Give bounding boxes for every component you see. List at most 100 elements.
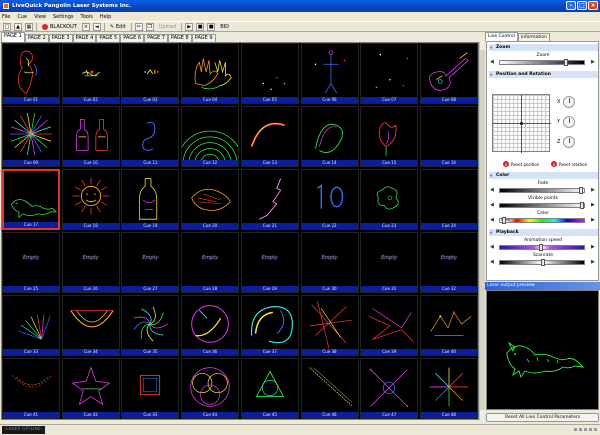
cue-cell[interactable]: Cue 43 (121, 357, 180, 419)
cue-cell[interactable]: Empty Cue 31 (360, 231, 419, 293)
menu-tools[interactable]: Tools (81, 14, 93, 20)
cue-cell[interactable]: Cue 22 (300, 168, 359, 230)
zoom-section-header[interactable]: Zoom (489, 44, 598, 51)
cue-cell[interactable]: Cue 46 (300, 357, 359, 419)
cue-cell[interactable]: Cue 44 (181, 357, 240, 419)
fade-right-arrow-icon[interactable]: ▶ (591, 187, 595, 193)
save-icon[interactable]: ▦ (25, 22, 33, 31)
scan-left-arrow-icon[interactable]: ◀ (490, 259, 494, 265)
mirror-icon[interactable]: ◄ (92, 22, 101, 31)
scan-right-arrow-icon[interactable]: ▶ (591, 259, 595, 265)
position-pad[interactable] (492, 94, 551, 153)
grid-scrollbar[interactable] (479, 42, 485, 420)
cue-cell[interactable]: Cue 12 (181, 105, 240, 167)
animation-speed-slider[interactable] (499, 244, 585, 251)
rotation-y-knob[interactable] (563, 116, 576, 128)
cue-cell[interactable]: Cue 23 (360, 168, 419, 230)
menu-view[interactable]: View (34, 14, 46, 20)
rotation-z[interactable]: Z (557, 136, 576, 148)
slider-thumb[interactable] (563, 59, 568, 66)
close-icon[interactable]: × (588, 1, 598, 10)
menu-cue[interactable]: Cue (17, 14, 27, 20)
cue-cell[interactable]: Empty Cue 29 (240, 231, 299, 293)
rotation-z-knob[interactable] (563, 136, 576, 148)
cue-cell[interactable]: Cue 14 (300, 105, 359, 167)
scanrate-slider[interactable] (499, 259, 585, 266)
cue-cell[interactable]: Cue 17 (2, 168, 60, 230)
cue-cell[interactable]: Cue 20 (181, 168, 240, 230)
cue-cell[interactable]: Cue 15 (360, 105, 419, 167)
color-left-arrow-icon[interactable]: ◀ (490, 217, 494, 223)
cue-cell[interactable]: Cue 39 (360, 294, 419, 356)
menu-file[interactable]: File (2, 14, 10, 20)
open-folder-icon[interactable]: ▲ (14, 22, 22, 31)
cue-cell[interactable]: Cue 11 (121, 105, 180, 167)
rotation-x-knob[interactable] (563, 96, 576, 108)
zoom-left-arrow-icon[interactable]: ◀ (490, 59, 494, 65)
cue-cell[interactable]: Cue 48 (419, 357, 478, 419)
position-cursor[interactable] (520, 122, 523, 125)
cue-cell[interactable]: Empty Cue 26 (61, 231, 120, 293)
cue-cell[interactable]: Cue 34 (61, 294, 120, 356)
cue-cell[interactable]: Cue 09 (2, 105, 60, 167)
play-icon[interactable]: ▶ (185, 22, 194, 31)
cue-cell[interactable]: Cue 40 (419, 294, 478, 356)
slider-thumb[interactable] (501, 217, 506, 224)
cue-cell[interactable]: Cue 41 (2, 357, 60, 419)
cue-cell[interactable]: Cue 38 (300, 294, 359, 356)
cue-cell[interactable]: Cue 04 (181, 43, 240, 104)
color-slider[interactable]: None (499, 217, 585, 224)
cue-cell[interactable]: Empty Cue 28 (181, 231, 240, 293)
edit-button[interactable]: ✎ Edit (108, 22, 128, 31)
playback-section-header[interactable]: Playback (489, 229, 598, 236)
cue-cell[interactable]: Cue 35 (121, 294, 180, 356)
slider-thumb[interactable] (580, 202, 585, 209)
reset-rotation-button[interactable]: × Reset rotation (551, 161, 587, 167)
page-tab-9[interactable]: PAGE 9 (191, 34, 216, 42)
cue-cell[interactable]: Cue 42 (61, 357, 120, 419)
cue-cell[interactable]: Cue 06 (300, 43, 359, 104)
minimize-icon[interactable]: – (566, 1, 576, 10)
rotation-y[interactable]: Y (557, 116, 576, 128)
stop-alt-icon[interactable]: ■ (207, 22, 216, 31)
reset-position-button[interactable]: × Reset position (503, 161, 539, 167)
cue-cell[interactable]: Cue 24 (419, 168, 478, 230)
cue-cell[interactable]: Empty Cue 32 (419, 231, 478, 293)
blackout-button[interactable]: BLACKOUT (40, 22, 79, 31)
zoom-right-arrow-icon[interactable]: ▶ (591, 59, 595, 65)
page-tab-4[interactable]: PAGE 4 (72, 34, 97, 42)
cue-cell[interactable]: Empty Cue 27 (121, 231, 180, 293)
slider-thumb[interactable] (541, 259, 545, 266)
cue-cell[interactable]: Cue 08 (419, 43, 478, 104)
tab-information[interactable]: Information (517, 33, 550, 41)
speed-left-arrow-icon[interactable]: ◀ (490, 244, 494, 250)
speed-right-arrow-icon[interactable]: ▶ (591, 244, 595, 250)
maximize-icon[interactable]: □ (577, 1, 587, 10)
cue-cell[interactable]: Empty Cue 30 (300, 231, 359, 293)
menu-settings[interactable]: Settings (53, 14, 74, 20)
page-tab-2[interactable]: PAGE 2 (24, 34, 49, 42)
cue-cell[interactable]: Cue 13 (240, 105, 299, 167)
cue-cell[interactable]: Empty Cue 25 (2, 231, 60, 293)
cue-cell[interactable]: Cue 18 (61, 168, 120, 230)
fade-slider[interactable] (499, 187, 585, 194)
resize-grip-icon[interactable] (574, 428, 597, 431)
cue-cell[interactable]: Cue 03 (121, 43, 180, 104)
cue-cell[interactable]: Cue 16 (419, 105, 478, 167)
rotation-x[interactable]: X (557, 96, 576, 108)
cut-icon[interactable]: ✂ (134, 22, 143, 31)
color-section-header[interactable]: Color (489, 172, 598, 179)
cue-cell[interactable]: Cue 21 (240, 168, 299, 230)
bid-button[interactable]: BID (218, 22, 231, 31)
upload-button[interactable]: Upload (157, 22, 179, 31)
cue-cell[interactable]: Cue 05 (240, 43, 299, 104)
cue-cell[interactable]: Cue 07 (360, 43, 419, 104)
page-tab-7[interactable]: PAGE 7 (144, 34, 168, 42)
cue-cell[interactable]: Cue 02 (61, 43, 120, 104)
reset-all-button[interactable]: Reset All Live Control Parameters (486, 413, 599, 422)
visible-left-arrow-icon[interactable]: ◀ (490, 202, 494, 208)
cue-cell[interactable]: Cue 19 (121, 168, 180, 230)
visible-right-arrow-icon[interactable]: ▶ (591, 202, 595, 208)
copy-icon[interactable]: ❐ (145, 22, 154, 31)
cue-cell[interactable]: Cue 10 (61, 105, 120, 167)
